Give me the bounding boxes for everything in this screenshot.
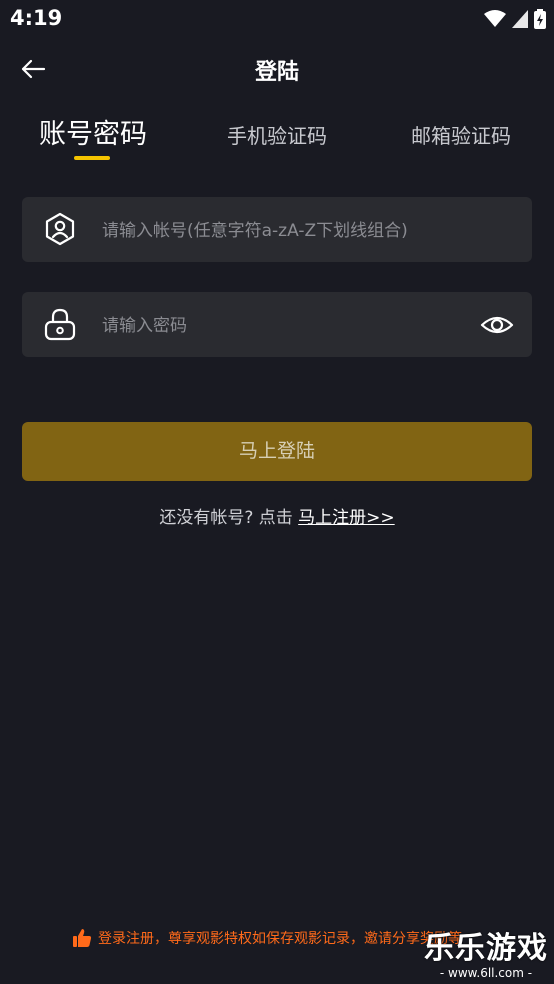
promo-banner: 登录注册，尊享观影特权如保存观影记录，邀请分享奖励等: [72, 928, 462, 948]
password-field: [22, 292, 532, 359]
header: 登陆: [0, 40, 554, 100]
watermark-url: - www.6ll.com -: [439, 966, 533, 980]
login-button[interactable]: 马上登陆: [22, 422, 532, 481]
register-prompt: 还没有帐号? 点击: [159, 508, 299, 528]
password-input[interactable]: [100, 292, 484, 359]
watermark: 乐乐游戏 - www.6ll.com -: [424, 931, 548, 981]
tab-indicator: [74, 156, 110, 160]
tab-email-code[interactable]: 邮箱验证码: [406, 120, 516, 149]
eye-icon[interactable]: [480, 308, 514, 342]
thumbs-up-icon: [73, 929, 92, 947]
user-shield-icon: [45, 212, 75, 246]
battery-icon: [534, 9, 546, 29]
status-time: 4:19: [10, 6, 63, 30]
status-bar: 4:19: [0, 0, 554, 38]
promo-text: 登录注册，尊享观影特权如保存观影记录，邀请分享奖励等: [98, 931, 462, 947]
register-link[interactable]: 马上注册>>: [298, 508, 395, 528]
signal-icon: [512, 10, 528, 28]
wifi-icon: [484, 10, 506, 27]
account-field: [22, 197, 532, 264]
tab-phone-code[interactable]: 手机验证码: [222, 120, 332, 149]
page-title: 登陆: [254, 60, 299, 85]
lock-icon: [44, 308, 76, 341]
watermark-title: 乐乐游戏: [424, 931, 548, 966]
tab-account-password[interactable]: 账号密码: [38, 112, 148, 151]
register-prompt-line: 还没有帐号? 点击 马上注册>>: [0, 503, 554, 528]
account-input[interactable]: [100, 197, 484, 264]
status-icons: [484, 8, 546, 30]
